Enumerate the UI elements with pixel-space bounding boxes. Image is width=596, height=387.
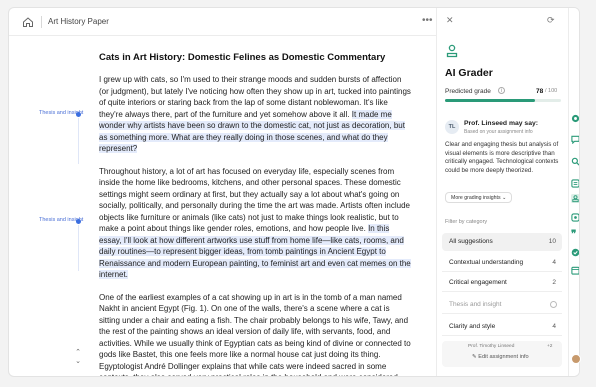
paragraph[interactable]: Throughout history, a lot of art has foc… (99, 166, 411, 281)
margin-note-dot[interactable] (76, 112, 81, 117)
paragraph[interactable]: I grew up with cats, so I'm used to thei… (99, 74, 411, 155)
document-body[interactable]: Cats in Art History: Domestic Felines as… (99, 52, 411, 377)
grader-panel: ✕ ⟳ AI Grader Predicted grade i 78 / 100… (437, 8, 567, 376)
avatar: TL (445, 120, 459, 134)
essay-title: Cats in Art History: Domestic Felines as… (99, 52, 386, 63)
filter-label-text: Clarity and style (449, 323, 496, 330)
filter-label-text: Thesis and insight (449, 301, 502, 308)
professor-name: Prof. Linseed may say: (464, 120, 539, 127)
extra-count: +2 (547, 344, 553, 349)
chevron-down-icon[interactable]: ⌄ (73, 357, 83, 366)
comment-icon[interactable] (571, 135, 580, 144)
filter-label-text: Contextual understanding (449, 259, 524, 266)
grade-score: 78 (536, 88, 544, 95)
filter-count: 2 (552, 279, 556, 286)
info-icon[interactable]: i (498, 87, 505, 94)
margin-note-bar (78, 225, 79, 271)
user-avatar[interactable] (571, 354, 581, 364)
more-insights-label: More grading insights (451, 195, 501, 201)
filter-all-suggestions[interactable]: All suggestions 10 (442, 233, 562, 251)
tool-rail: ❞ (568, 8, 580, 376)
grade-progress-fill (445, 99, 536, 102)
app-window: Art History Paper ••• Thesis and insight… (8, 7, 580, 377)
chevron-down-icon: ⌄ (502, 195, 507, 201)
calendar-icon[interactable] (571, 266, 580, 275)
filter-label: Filter by category (445, 219, 488, 225)
check-icon[interactable] (571, 248, 580, 257)
panel-title: AI Grader (445, 67, 493, 79)
grade-max: / 100 (545, 88, 558, 94)
filter-clarity-and-style[interactable]: Clarity and style 4 (442, 318, 562, 336)
list-icon[interactable] (571, 179, 580, 188)
chevron-up-icon[interactable]: ⌃ (73, 348, 83, 357)
assignment-info-footer: Prof. Timothy Linseed +2 ✎ Edit assignme… (442, 341, 562, 367)
edit-assignment-label: Edit assignment info (478, 354, 529, 360)
more-insights-button[interactable]: More grading insights ⌄ (445, 192, 513, 203)
document-header: Art History Paper ••• (9, 8, 437, 36)
filter-count: 4 (552, 259, 556, 266)
margin-note-bar (78, 118, 79, 164)
chat-icon[interactable] (571, 114, 580, 123)
filter-count: 10 (548, 238, 556, 245)
grade-progress-bar (445, 99, 561, 102)
predicted-grade-label: Predicted grade (445, 88, 491, 95)
search-icon[interactable] (571, 157, 580, 166)
filter-label-text: All suggestions (449, 238, 493, 245)
paragraph[interactable]: One of the earliest examples of a cat sh… (99, 292, 411, 377)
professor-subtitle: Based on your assignment info (464, 129, 533, 135)
home-icon[interactable] (22, 16, 34, 28)
edit-icon: ✎ (472, 354, 477, 360)
filter-critical-engagement[interactable]: Critical engagement 2 (442, 274, 562, 292)
feedback-text: Clear and engaging thesis but analysis o… (445, 141, 559, 174)
edit-assignment-button[interactable]: ✎ Edit assignment info (472, 354, 529, 360)
refresh-icon[interactable]: ⟳ (547, 15, 555, 26)
grader-rail-icon[interactable] (571, 194, 580, 203)
more-options-icon[interactable]: ••• (422, 15, 433, 26)
filter-thesis-and-insight[interactable]: Thesis and insight (442, 296, 562, 314)
close-icon[interactable]: ✕ (446, 15, 454, 26)
margin-note-dot[interactable] (76, 219, 81, 224)
header-divider (41, 16, 42, 28)
scroll-control[interactable]: ⌃ ⌄ (73, 348, 83, 370)
filter-count: 4 (552, 323, 556, 330)
filter-contextual-understanding[interactable]: Contextual understanding 4 (442, 254, 562, 272)
professor-footer-name: Prof. Timothy Linseed (468, 344, 515, 349)
paragraph-text: Throughout history, a lot of art has foc… (99, 166, 410, 234)
quote-icon[interactable]: ❞ (571, 230, 579, 240)
filter-label-text: Critical engagement (449, 279, 507, 286)
citation-icon[interactable] (571, 213, 580, 222)
document-title: Art History Paper (48, 17, 109, 26)
check-circle-icon (550, 301, 557, 308)
grader-icon (446, 44, 458, 58)
